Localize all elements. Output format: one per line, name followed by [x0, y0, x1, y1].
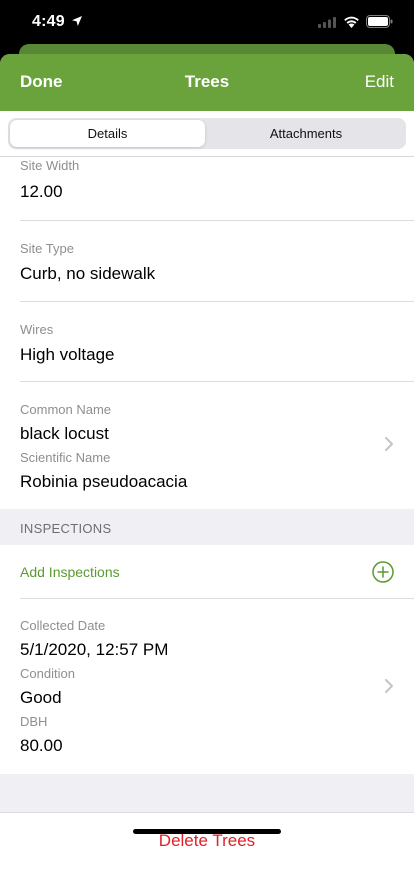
collected-date-value: 5/1/2020, 12:57 PM [20, 640, 169, 659]
battery-icon [366, 15, 393, 28]
wires-label: Wires [20, 322, 54, 337]
site-type-value: Curb, no sidewalk [20, 264, 156, 283]
delete-area: Delete Trees [0, 812, 414, 896]
chevron-right-icon [385, 679, 393, 693]
scientific-name-label: Scientific Name [20, 450, 111, 465]
site-width-label: Site Width [20, 158, 80, 173]
site-width-row: Site Width 12.00 [0, 157, 414, 221]
inspections-section-header: INSPECTIONS [0, 509, 414, 545]
inspection-record-row[interactable]: Collected Date 5/1/2020, 12:57 PM Condit… [0, 599, 414, 774]
scientific-name-value: Robinia pseudoacacia [20, 472, 188, 491]
location-arrow-icon [72, 16, 82, 26]
dbh-label: DBH [20, 714, 48, 729]
wifi-icon [344, 16, 359, 28]
wires-row: Wires High voltage [0, 302, 414, 382]
segmented-control-bar: Details Attachments [0, 111, 414, 157]
segmented-control: Details Attachments [8, 118, 406, 149]
detail-content: Site Width 12.00 Site Type Curb, no side… [0, 157, 414, 774]
attribute-group: Site Width 12.00 Site Type Curb, no side… [0, 157, 414, 509]
home-indicator [133, 829, 281, 834]
site-width-value: 12.00 [20, 182, 63, 201]
condition-value: Good [20, 688, 62, 707]
species-row[interactable]: Common Name black locust Scientific Name… [0, 382, 414, 509]
wires-value: High voltage [20, 345, 115, 364]
dbh-value: 80.00 [20, 736, 63, 755]
status-time: 4:49 [32, 13, 65, 30]
status-bar: 4:49 [0, 0, 414, 44]
edit-button[interactable]: Edit [365, 72, 394, 92]
delete-trees-button[interactable]: Delete Trees [0, 831, 414, 851]
done-button[interactable]: Done [20, 72, 63, 92]
condition-label: Condition [20, 666, 75, 681]
collected-date-label: Collected Date [20, 618, 106, 633]
navigation-bar: Done Trees Edit [0, 54, 414, 111]
tree-detail-sheet: Done Trees Edit Details Attachments Site… [0, 54, 414, 896]
add-inspections-row[interactable]: Add Inspections [0, 545, 414, 599]
signal-icon [318, 17, 336, 28]
add-circle-icon[interactable] [372, 561, 394, 583]
tab-attachments[interactable]: Attachments [208, 120, 404, 147]
site-type-row: Site Type Curb, no sidewalk [0, 221, 414, 302]
site-type-label: Site Type [20, 241, 74, 256]
add-inspections-label: Add Inspections [20, 564, 120, 580]
common-name-value: black locust [20, 424, 109, 443]
chevron-right-icon [385, 437, 393, 451]
common-name-label: Common Name [20, 402, 112, 417]
tab-details[interactable]: Details [10, 120, 205, 147]
